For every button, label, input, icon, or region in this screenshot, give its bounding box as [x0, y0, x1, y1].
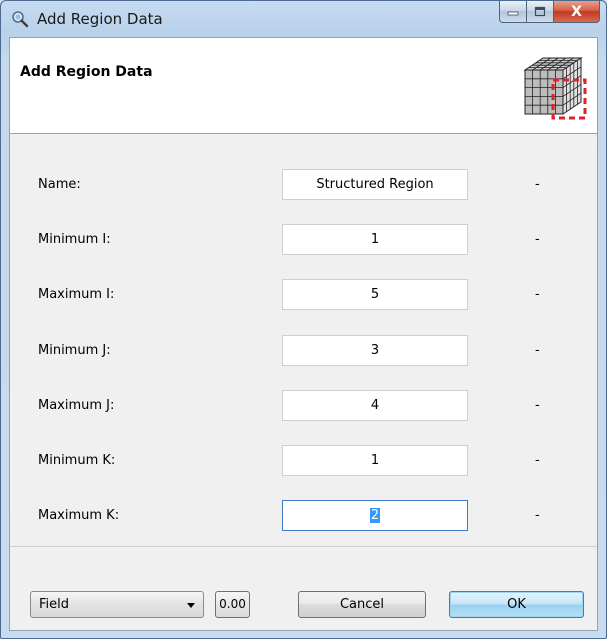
dialog-window: Add Region Data X Add Region Data Name: … — [0, 0, 607, 639]
minimum-j-field[interactable]: 3 — [282, 335, 468, 366]
minimum-k-field[interactable]: 1 — [282, 445, 468, 476]
minimum-i-label: Minimum I: — [38, 232, 111, 247]
minimum-i-field[interactable]: 1 — [282, 224, 468, 255]
ok-button[interactable]: OK — [449, 591, 584, 618]
minimum-i-row: Minimum I: 1 - — [10, 223, 597, 257]
cancel-button[interactable]: Cancel — [298, 591, 426, 618]
close-button[interactable]: X — [554, 1, 600, 23]
minimum-k-row: Minimum K: 1 - — [10, 444, 597, 478]
maximum-k-label: Maximum K: — [38, 508, 120, 523]
name-label: Name: — [38, 177, 81, 192]
chevron-down-icon — [187, 603, 195, 608]
title-bar[interactable]: Add Region Data X — [1, 1, 606, 37]
maximize-icon — [534, 6, 546, 17]
mode-dropdown-value: Field — [39, 597, 70, 612]
minimum-j-row: Minimum J: 3 - — [10, 334, 597, 368]
dialog-client-area: Add Region Data Name: Structured Region … — [9, 37, 598, 631]
header-banner: Add Region Data — [10, 38, 597, 134]
banner-heading: Add Region Data — [20, 64, 153, 80]
window-title: Add Region Data — [37, 10, 163, 28]
maximum-j-field[interactable]: 4 — [282, 390, 468, 421]
minimum-j-label: Minimum J: — [38, 343, 111, 358]
minimum-j-units: - — [535, 343, 540, 358]
minimum-i-units: - — [535, 232, 540, 247]
minimize-button[interactable] — [499, 1, 527, 23]
maximum-k-field[interactable]: 2 — [282, 500, 468, 531]
button-bar: Field 0.00 Cancel OK — [10, 546, 597, 630]
mode-dropdown[interactable]: Field — [30, 591, 204, 618]
minimum-k-units: - — [535, 453, 540, 468]
caption-buttons: X — [499, 1, 600, 23]
maximum-j-units: - — [535, 398, 540, 413]
maximum-k-row: Maximum K: 2 - — [10, 499, 597, 533]
close-icon: X — [571, 3, 582, 20]
maximum-k-selected-text: 2 — [369, 508, 381, 523]
name-field[interactable]: Structured Region — [282, 169, 468, 200]
maximum-i-units: - — [535, 287, 540, 302]
maximum-j-label: Maximum J: — [38, 398, 115, 413]
structured-grid-cube-icon — [523, 57, 587, 120]
minimum-k-label: Minimum K: — [38, 453, 116, 468]
maximum-i-field[interactable]: 5 — [282, 279, 468, 310]
maximize-button[interactable] — [527, 1, 554, 23]
maximum-j-row: Maximum J: 4 - — [10, 389, 597, 423]
name-row: Name: Structured Region - — [10, 168, 597, 202]
minimize-icon — [507, 11, 519, 15]
app-magnifier-icon — [12, 11, 29, 28]
maximum-i-label: Maximum I: — [38, 287, 115, 302]
value-button[interactable]: 0.00 — [215, 591, 250, 618]
name-units: - — [535, 177, 540, 192]
maximum-k-units: - — [535, 508, 540, 523]
maximum-i-row: Maximum I: 5 - — [10, 278, 597, 312]
